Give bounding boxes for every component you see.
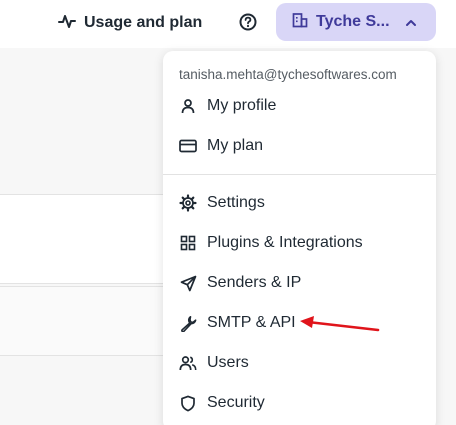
background-panel xyxy=(0,194,170,284)
menu-item-plugins-integrations[interactable]: Plugins & Integrations xyxy=(163,225,436,261)
activity-icon xyxy=(58,12,76,35)
account-dropdown-menu: tanisha.mehta@tychesoftwares.com My prof… xyxy=(163,51,436,425)
account-email: tanisha.mehta@tychesoftwares.com xyxy=(179,67,397,82)
menu-item-security[interactable]: Security xyxy=(163,385,436,421)
gear-icon xyxy=(179,194,197,212)
menu-item-users[interactable]: Users xyxy=(163,345,436,381)
menu-item-senders-ip[interactable]: Senders & IP xyxy=(163,265,436,301)
menu-divider xyxy=(163,174,436,175)
usage-and-plan-button[interactable]: Usage and plan xyxy=(58,10,202,36)
users-icon xyxy=(179,354,197,372)
user-icon xyxy=(179,97,197,115)
chevron-up-icon xyxy=(404,16,418,34)
menu-item-my-plan[interactable]: My plan xyxy=(163,128,436,164)
organization-name: Tyche S... xyxy=(316,13,390,30)
credit-card-icon xyxy=(179,137,197,155)
menu-item-settings[interactable]: Settings xyxy=(163,185,436,221)
building-icon xyxy=(292,12,308,33)
menu-item-label: My profile xyxy=(207,97,277,114)
shield-icon xyxy=(179,394,197,412)
menu-item-label: Users xyxy=(207,354,249,371)
menu-item-label: SMTP & API xyxy=(207,314,296,331)
grid-icon xyxy=(179,234,197,252)
wrench-icon xyxy=(179,314,197,332)
usage-and-plan-label: Usage and plan xyxy=(84,14,203,31)
send-icon xyxy=(179,274,197,292)
menu-item-my-profile[interactable]: My profile xyxy=(163,88,436,124)
organization-switcher-button[interactable]: Tyche S... xyxy=(276,3,436,41)
menu-item-label: Plugins & Integrations xyxy=(207,234,363,251)
menu-item-label: Senders & IP xyxy=(207,274,302,291)
menu-item-label: Settings xyxy=(207,194,265,211)
background-panel xyxy=(0,286,170,356)
menu-item-label: My plan xyxy=(207,137,264,154)
menu-item-label: Security xyxy=(207,394,265,411)
annotation-arrow-icon xyxy=(300,316,380,332)
help-icon[interactable] xyxy=(238,12,258,32)
top-bar: Usage and plan Tyche S... xyxy=(0,0,456,48)
